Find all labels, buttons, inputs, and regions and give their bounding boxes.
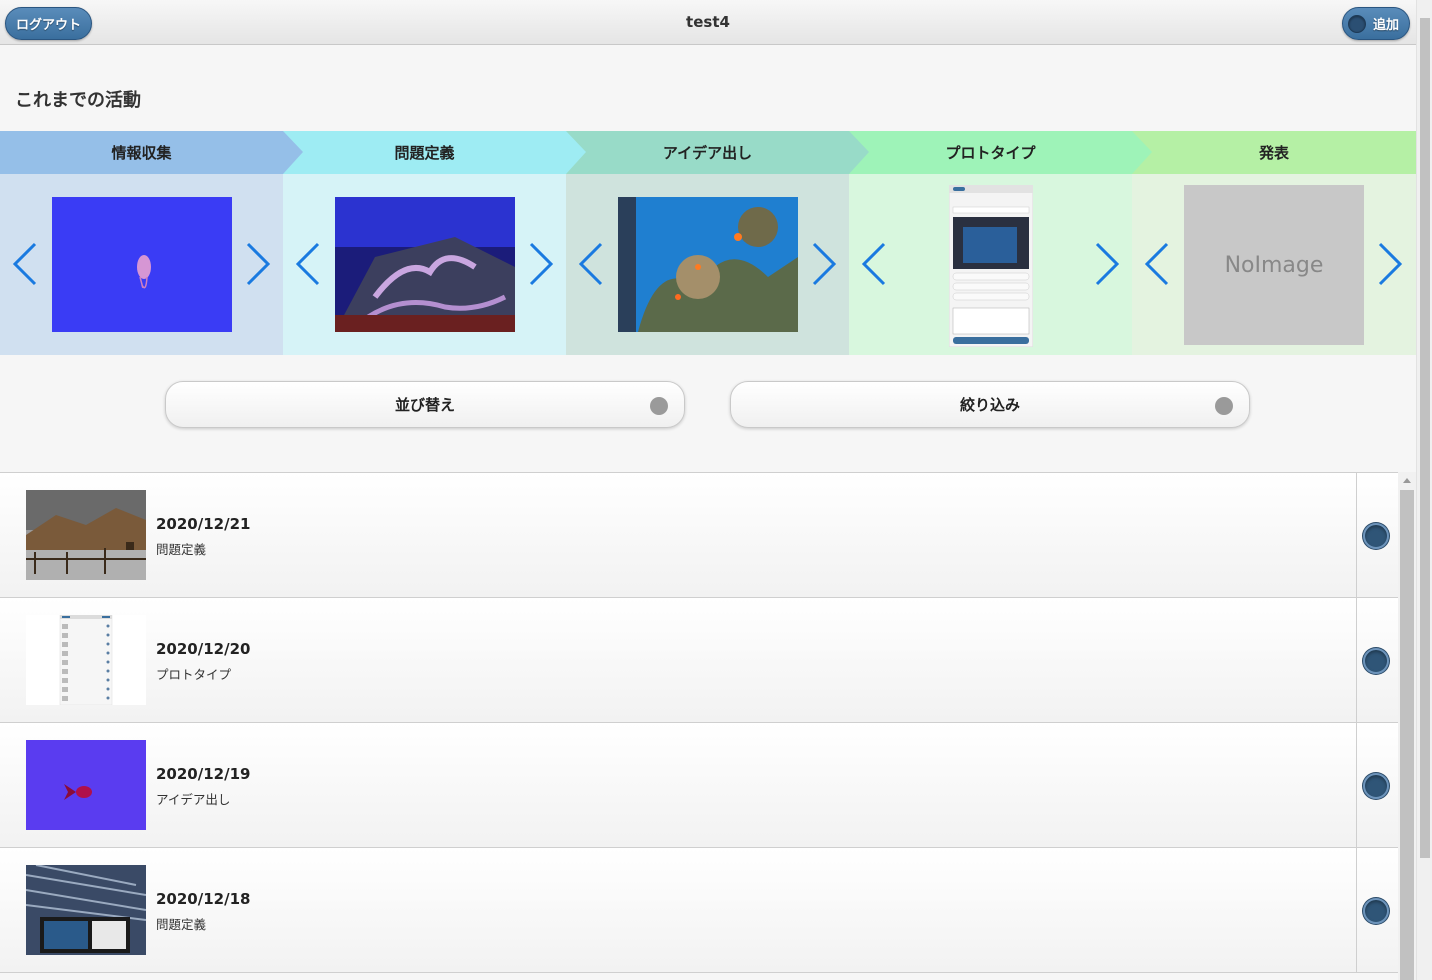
stage-column-ideas: アイデア出し: [566, 131, 849, 355]
filter-indicator-icon: [1215, 397, 1233, 415]
header-bar: ログアウト test4 追加: [0, 0, 1416, 45]
list-item[interactable]: 2020/12/19 アイデア出し: [0, 722, 1398, 848]
list-item-action[interactable]: [1356, 848, 1398, 972]
detail-icon: [1363, 523, 1389, 549]
list-item-action[interactable]: [1356, 723, 1398, 847]
stage-arrow: [566, 131, 586, 174]
chevron-right-icon[interactable]: [1376, 241, 1404, 287]
chevron-left-icon[interactable]: [860, 241, 888, 287]
stage-arrow: [849, 131, 869, 174]
stage-arrow: [283, 131, 303, 174]
stage-label: アイデア出し: [662, 144, 753, 162]
section-title: これまでの活動: [15, 90, 141, 111]
stage-label: 問題定義: [394, 144, 455, 162]
chevron-left-icon[interactable]: [11, 241, 39, 287]
add-icon: [1348, 14, 1366, 33]
sardine-tank-photo: [26, 865, 146, 955]
activity-date: 2020/12/19: [156, 765, 251, 783]
list-scroll-thumb[interactable]: [1400, 490, 1414, 980]
list-item[interactable]: 2020/12/20 プロトタイプ: [0, 597, 1398, 723]
activity-stage: 問題定義: [156, 542, 207, 557]
stage-header: アイデア出し: [566, 131, 849, 174]
stage-header: 問題定義: [283, 131, 566, 174]
detail-icon: [1363, 898, 1389, 924]
stage-column-info: 情報収集: [0, 131, 283, 355]
list-item-action[interactable]: [1356, 598, 1398, 722]
stage-header: 情報収集: [0, 131, 283, 174]
detail-icon: [1363, 648, 1389, 674]
activity-stage: アイデア出し: [156, 792, 231, 807]
list-item-main[interactable]: 2020/12/19 アイデア出し: [0, 723, 1356, 847]
app-list-screenshot: [26, 615, 146, 705]
activity-stage: 問題定義: [156, 917, 207, 932]
activity-list: 2020/12/21 問題定義 2020/12/20 プロトタイプ 2020/1…: [0, 472, 1398, 980]
page-title: test4: [686, 13, 730, 31]
hot-spring-photo: [26, 490, 146, 580]
stage-label: 情報収集: [111, 144, 172, 162]
octopus-photo[interactable]: [335, 197, 515, 332]
list-item-main[interactable]: 2020/12/20 プロトタイプ: [0, 598, 1356, 722]
no-image-placeholder[interactable]: NoImage: [1184, 185, 1364, 345]
add-button-label: 追加: [1373, 18, 1400, 33]
sort-indicator-icon: [650, 397, 668, 415]
add-button[interactable]: 追加: [1342, 7, 1410, 40]
stage-column-define: 問題定義: [283, 131, 566, 355]
list-item[interactable]: 2020/12/21 問題定義: [0, 472, 1398, 598]
chevron-right-icon[interactable]: [810, 241, 838, 287]
filter-button[interactable]: 絞り込み: [730, 381, 1250, 428]
sort-label: 並び替え: [394, 396, 455, 414]
activity-stage: プロトタイプ: [156, 667, 232, 682]
stage-column-present: 発表 NoImage: [1132, 131, 1416, 355]
scroll-up-icon[interactable]: [1403, 478, 1411, 483]
page-scrollbar[interactable]: [1416, 0, 1432, 980]
sort-button[interactable]: 並び替え: [165, 381, 685, 428]
activity-date: 2020/12/21: [156, 515, 251, 533]
list-item-main[interactable]: 2020/12/21 問題定義: [0, 473, 1356, 597]
stage-column-prototype: プロトタイプ: [849, 131, 1132, 355]
stage-header: 発表: [1132, 131, 1416, 174]
chevron-right-icon[interactable]: [527, 241, 555, 287]
page-scroll-thumb[interactable]: [1420, 18, 1430, 858]
jellyfish-photo[interactable]: [52, 197, 232, 332]
chevron-right-icon[interactable]: [244, 241, 272, 287]
stage-label: プロトタイプ: [945, 144, 1036, 162]
chevron-left-icon[interactable]: [294, 241, 322, 287]
activity-date: 2020/12/20: [156, 640, 251, 658]
detail-icon: [1363, 773, 1389, 799]
stage-arrow: [1132, 131, 1152, 174]
list-scrollbar[interactable]: [1398, 472, 1416, 980]
chevron-left-icon[interactable]: [1143, 241, 1171, 287]
app-screenshot[interactable]: [948, 184, 1034, 348]
chevron-right-icon[interactable]: [1093, 241, 1121, 287]
list-item-main[interactable]: 2020/12/18 問題定義: [0, 848, 1356, 972]
chevron-left-icon[interactable]: [577, 241, 605, 287]
activity-date: 2020/12/18: [156, 890, 251, 908]
list-item[interactable]: 2020/12/18 問題定義: [0, 847, 1398, 973]
filter-label: 絞り込み: [959, 396, 1020, 414]
list-item-action[interactable]: [1356, 473, 1398, 597]
stage-label: 発表: [1258, 144, 1289, 162]
coral-reef-photo[interactable]: [618, 197, 798, 332]
goldfish-photo: [26, 740, 146, 830]
stage-carousel: 情報収集 問題定義 アイデア出し プロトタイプ 発表 NoImage: [0, 131, 1416, 355]
stage-header: プロトタイプ: [849, 131, 1132, 174]
